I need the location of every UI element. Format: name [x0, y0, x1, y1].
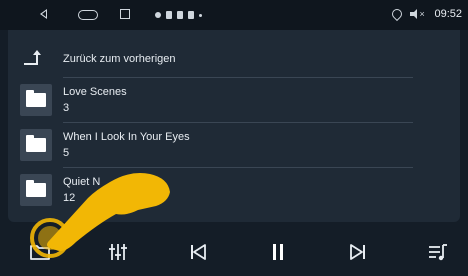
- equalizer-icon: [109, 244, 127, 260]
- recent-apps-icon[interactable]: [120, 9, 130, 19]
- volume-muted-icon: ×: [410, 9, 425, 19]
- folder-tile: [20, 129, 52, 161]
- playlist-icon: [429, 244, 447, 261]
- folder-name: Love Scenes: [63, 86, 127, 98]
- back-nav-icon[interactable]: [40, 9, 47, 19]
- pause-button[interactable]: [266, 240, 290, 264]
- folder-name: When I Look In Your Eyes: [63, 131, 190, 143]
- folder-icon: [26, 180, 46, 197]
- pause-icon: [273, 244, 283, 260]
- back-to-previous-item[interactable]: Zurück zum vorherigen: [8, 42, 418, 76]
- return-arrow-icon: [24, 50, 44, 66]
- folder-icon: [30, 245, 50, 260]
- folder-item[interactable]: Love Scenes 3: [8, 80, 418, 120]
- media-control-bar: [0, 230, 468, 276]
- notification-icon: [188, 11, 194, 19]
- status-bar: × 09:52: [0, 0, 468, 30]
- folder-list-panel: Zurück zum vorherigen Love Scenes 3 When…: [8, 30, 460, 222]
- divider: [63, 167, 413, 168]
- status-indicators: × 09:52: [392, 8, 462, 20]
- notification-icon: [155, 12, 161, 18]
- clock: 09:52: [434, 8, 462, 20]
- notification-icons: [155, 9, 202, 21]
- folder-name: Quiet N: [63, 176, 101, 188]
- previous-track-button[interactable]: [186, 240, 210, 264]
- folder-icon: [26, 90, 46, 107]
- notification-icon: [177, 11, 183, 19]
- home-nav-icon[interactable]: [78, 10, 98, 20]
- notification-icon: [199, 13, 202, 17]
- divider: [63, 77, 413, 78]
- folder-count: 12: [63, 192, 76, 204]
- folder-item[interactable]: When I Look In Your Eyes 5: [8, 125, 418, 165]
- equalizer-button[interactable]: [106, 240, 130, 264]
- folder-tile: [20, 174, 52, 206]
- folder-icon: [26, 135, 46, 152]
- notification-icon: [166, 11, 172, 19]
- next-icon: [350, 244, 365, 260]
- folder-tile: [20, 84, 52, 116]
- next-track-button[interactable]: [346, 240, 370, 264]
- folder-item[interactable]: Quiet N 12: [8, 170, 418, 210]
- previous-icon: [191, 244, 206, 260]
- folder-count: 3: [63, 102, 70, 114]
- location-icon: [392, 9, 400, 19]
- divider: [63, 122, 413, 123]
- folder-browser-button[interactable]: [28, 240, 52, 264]
- back-to-previous-label: Zurück zum vorherigen: [63, 53, 176, 65]
- folder-count: 5: [63, 147, 70, 159]
- playlist-button[interactable]: [426, 240, 450, 264]
